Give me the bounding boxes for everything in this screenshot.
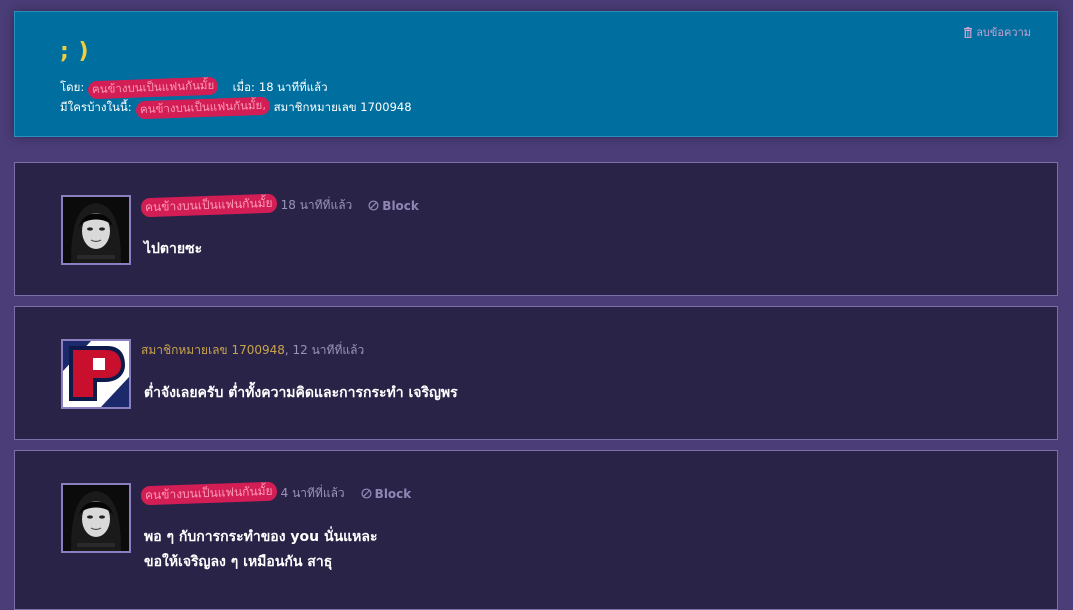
block-label: Block: [382, 198, 419, 213]
participant-name-redacted[interactable]: คนข้างบนเป็นแฟนกันมั้ย,: [135, 96, 270, 120]
comment-card: สมาชิกหมายเลข 1700948 , 12 นาทีที่แล้ว ต…: [14, 306, 1058, 440]
comment-author-redacted[interactable]: คนข้างบนเป็นแฟนกันมั้ย: [140, 193, 277, 218]
avatar[interactable]: [61, 195, 131, 265]
comment-line: ขอให้เจริญลง ๆ เหมือนกัน สาธุ: [144, 554, 333, 570]
comment-line: ต่ำจังเลยครับ ต่ำทั้งความคิดและการกระทำ …: [144, 385, 458, 401]
comment-body: ต่ำจังเลยครับ ต่ำทั้งความคิดและการกระทำ …: [144, 381, 458, 406]
comment-body: ไปตายซะ: [144, 237, 202, 262]
dark-portrait-icon: [63, 197, 129, 263]
block-icon: [368, 200, 379, 211]
by-label: โดย:: [60, 80, 85, 94]
comment-author-redacted[interactable]: คนข้างบนเป็นแฟนกันมั้ย: [140, 481, 277, 506]
comment-card: คนข้างบนเป็นแฟนกันมั้ย 4 นาทีที่แล้ว Blo…: [14, 450, 1058, 610]
author-name-redacted[interactable]: คนข้างบนเป็นแฟนกันมั้ย: [87, 76, 219, 100]
participants-line: มีใครบ้างในนี้: คนข้างบนเป็นแฟนกันมั้ย, …: [60, 96, 412, 120]
comment-meta: คนข้างบนเป็นแฟนกันมั้ย 18 นาทีที่แล้ว Bl…: [140, 193, 419, 218]
comment-time: 4 นาทีที่แล้ว: [280, 486, 345, 500]
avatar[interactable]: [61, 339, 131, 409]
comment-author[interactable]: สมาชิกหมายเลข 1700948: [141, 341, 285, 360]
thread-title: ; ): [60, 39, 90, 64]
block-icon: [361, 488, 372, 499]
letter-p-logo-icon: [63, 341, 129, 407]
participants-label: มีใครบ้างในนี้:: [60, 100, 132, 114]
comment-card: คนข้างบนเป็นแฟนกันมั้ย 18 นาทีที่แล้ว Bl…: [14, 162, 1058, 296]
comment-line: ไปตายซะ: [144, 241, 203, 257]
participant-member[interactable]: สมาชิกหมายเลข 1700948: [274, 99, 412, 117]
comment-time: 18 นาทีที่แล้ว: [280, 198, 353, 212]
when-label: เมื่อ:: [232, 80, 255, 94]
block-button[interactable]: Block: [368, 199, 419, 213]
comment-meta: คนข้างบนเป็นแฟนกันมั้ย 4 นาทีที่แล้ว Blo…: [140, 481, 412, 506]
comment-line: พอ ๆ กับการกระทำของ you นั่นแหละ: [144, 529, 378, 545]
page: ลบข้อความ ; ) โดย: คนข้างบนเป็นแฟนกันมั้…: [0, 0, 1073, 610]
dark-portrait-icon: [63, 485, 129, 551]
comment-body: พอ ๆ กับการกระทำของ you นั่นแหละ ขอให้เจ…: [144, 525, 378, 575]
trash-icon: [964, 26, 973, 38]
posted-time: 18 นาทีที่แล้ว: [258, 80, 328, 94]
thread-header: ลบข้อความ ; ) โดย: คนข้างบนเป็นแฟนกันมั้…: [14, 11, 1058, 137]
block-label: Block: [374, 486, 412, 501]
avatar[interactable]: [61, 483, 131, 553]
comment-time: , 12 นาทีที่แล้ว: [284, 343, 365, 357]
delete-message-label: ลบข้อความ: [976, 26, 1031, 39]
comment-meta: สมาชิกหมายเลข 1700948 , 12 นาทีที่แล้ว: [141, 341, 364, 360]
delete-message-link[interactable]: ลบข้อความ: [963, 23, 1031, 41]
author-line: โดย: คนข้างบนเป็นแฟนกันมั้ย เมื่อ: 18 นา…: [60, 76, 328, 100]
block-button[interactable]: Block: [361, 486, 412, 501]
